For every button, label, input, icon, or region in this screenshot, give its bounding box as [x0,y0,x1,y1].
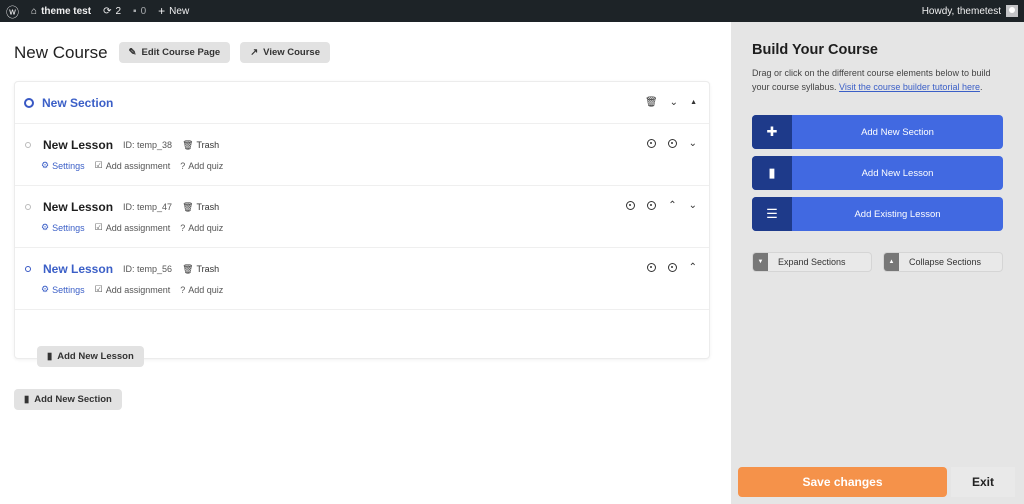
add-quiz-link[interactable]: ? Add quiz [180,222,223,233]
lesson-title[interactable]: New Lesson [43,200,113,214]
add-section-element-button[interactable]: ✚ Add New Section [752,115,1003,149]
add-quiz-link[interactable]: ? Add quiz [180,160,223,171]
comments-link[interactable]: ▪ 0 [127,0,152,22]
question-icon: ? [180,284,186,295]
gear-icon: ⚙ [41,222,50,232]
trash-link[interactable]: 🗑 Trash [182,264,219,275]
chevron-down-icon[interactable]: ⌄ [670,97,678,108]
tutorial-link[interactable]: Visit the course builder tutorial here [839,82,980,92]
updates-link[interactable]: ⟳ 2 [97,0,127,22]
lesson-status-icon [25,142,31,148]
settings-link[interactable]: ⚙ Settings [41,222,85,233]
collapse-icon[interactable]: ▲ [690,99,697,106]
account-menu[interactable]: Howdy, themetest [922,5,1024,17]
puzzle-icon: ✚ [752,115,792,149]
build-sidebar: Build Your Course Drag or click on the d… [731,22,1024,504]
chevron-down-icon[interactable]: ⌄ [689,200,697,211]
lesson-title[interactable]: New Lesson [43,262,113,276]
section-header: New Section 🗑 ⌄ ▲ [15,82,709,124]
file-text-icon: ☰ [752,197,792,231]
file-icon: ▮ [24,394,30,405]
add-assignment-link[interactable]: ☑ Add assignment [95,284,171,295]
chevron-up-icon[interactable]: ⌃ [689,262,697,273]
chevron-down-icon[interactable]: ⌄ [689,138,697,149]
add-lesson-element-button[interactable]: ▮ Add New Lesson [752,156,1003,190]
page-title: New Course [14,42,108,62]
gear-icon: ⚙ [41,284,50,294]
file-icon: ▮ [47,351,53,362]
home-icon: ⌂ [31,5,38,17]
lesson-status-icon [25,266,31,272]
question-icon: ? [180,222,186,233]
lesson-row: New Lesson ID: temp_56 🗑 Trash ⚙ Settings … [15,248,709,310]
collapse-sections-button[interactable]: ▲ Collapse Sections [883,252,1003,272]
lesson-status-icon [25,204,31,210]
avatar [1006,5,1018,17]
add-new-lesson-button[interactable]: ▮ Add New Lesson [37,346,144,367]
view-course-button[interactable]: ↗ View Course [240,42,331,63]
edit-course-page-button[interactable]: ✎ Edit Course Page [118,42,231,63]
trash-link[interactable]: 🗑 Trash [182,202,219,213]
exit-button[interactable]: Exit [951,467,1015,497]
move-down-icon[interactable] [667,263,677,272]
new-content-link[interactable]: + New [152,0,195,22]
question-icon: ? [180,160,186,171]
lesson-id: ID: temp_38 [123,140,173,150]
admin-bar: ⓦ ⌂ theme test ⟳ 2 ▪ 0 + New Howdy, themetes… [0,0,1024,22]
plus-icon: + [158,4,166,18]
checkbox-icon: ☑ [94,284,103,294]
section-card: New Section 🗑 ⌄ ▲ New Lesson ID: temp_38… [14,81,710,367]
move-up-icon[interactable] [626,201,636,210]
lesson-row: New Lesson ID: temp_47 🗑 Trash ⚙ Settings … [15,186,709,248]
lesson-id: ID: temp_56 [123,264,173,274]
external-link-icon: ↗ [250,47,259,58]
sidebar-description: Drag or click on the different course el… [752,68,991,92]
add-assignment-link[interactable]: ☑ Add assignment [95,222,171,233]
trash-icon[interactable]: 🗑 [645,97,658,108]
lesson-title[interactable]: New Lesson [43,138,113,152]
trash-link[interactable]: 🗑 Trash [182,140,219,151]
file-icon: ▮ [752,156,792,190]
trash-icon: 🗑 [182,139,194,150]
course-builder-main: New Course ✎ Edit Course Page ↗ View Cours… [0,22,731,504]
site-link[interactable]: ⌂ theme test [25,0,97,22]
edit-icon: ✎ [128,47,137,58]
lesson-id: ID: temp_47 [123,202,173,212]
wordpress-logo-icon[interactable]: ⓦ [0,0,25,22]
section-drag-handle-icon[interactable] [24,97,34,108]
settings-link[interactable]: ⚙ Settings [41,284,85,295]
checkbox-icon: ☑ [94,160,103,170]
sidebar-title: Build Your Course [752,42,878,58]
chevron-up-icon[interactable]: ⌃ [668,200,676,211]
add-quiz-link[interactable]: ? Add quiz [180,284,223,295]
add-new-section-button[interactable]: ▮ Add New Section [14,389,122,410]
checkbox-icon: ☑ [94,222,103,232]
trash-icon: 🗑 [182,201,194,212]
add-existing-lesson-button[interactable]: ☰ Add Existing Lesson [752,197,1003,231]
updates-icon: ⟳ [103,5,112,17]
expand-sections-button[interactable]: ▼ Expand Sections [752,252,872,272]
trash-icon: 🗑 [182,263,194,274]
save-changes-button[interactable]: Save changes [738,467,947,497]
add-assignment-link[interactable]: ☑ Add assignment [95,160,171,171]
move-up-icon[interactable] [646,263,656,272]
gear-icon: ⚙ [41,160,50,170]
move-down-icon[interactable] [647,201,657,210]
caret-up-icon: ▲ [884,253,899,271]
section-title[interactable]: New Section [42,96,113,110]
lesson-row: New Lesson ID: temp_38 🗑 Trash ⚙ Settings … [15,124,709,186]
comment-icon: ▪ [133,5,137,17]
caret-down-icon: ▼ [753,253,768,271]
move-down-icon[interactable] [667,139,677,148]
move-up-icon[interactable] [646,139,656,148]
settings-link[interactable]: ⚙ Settings [41,160,85,171]
